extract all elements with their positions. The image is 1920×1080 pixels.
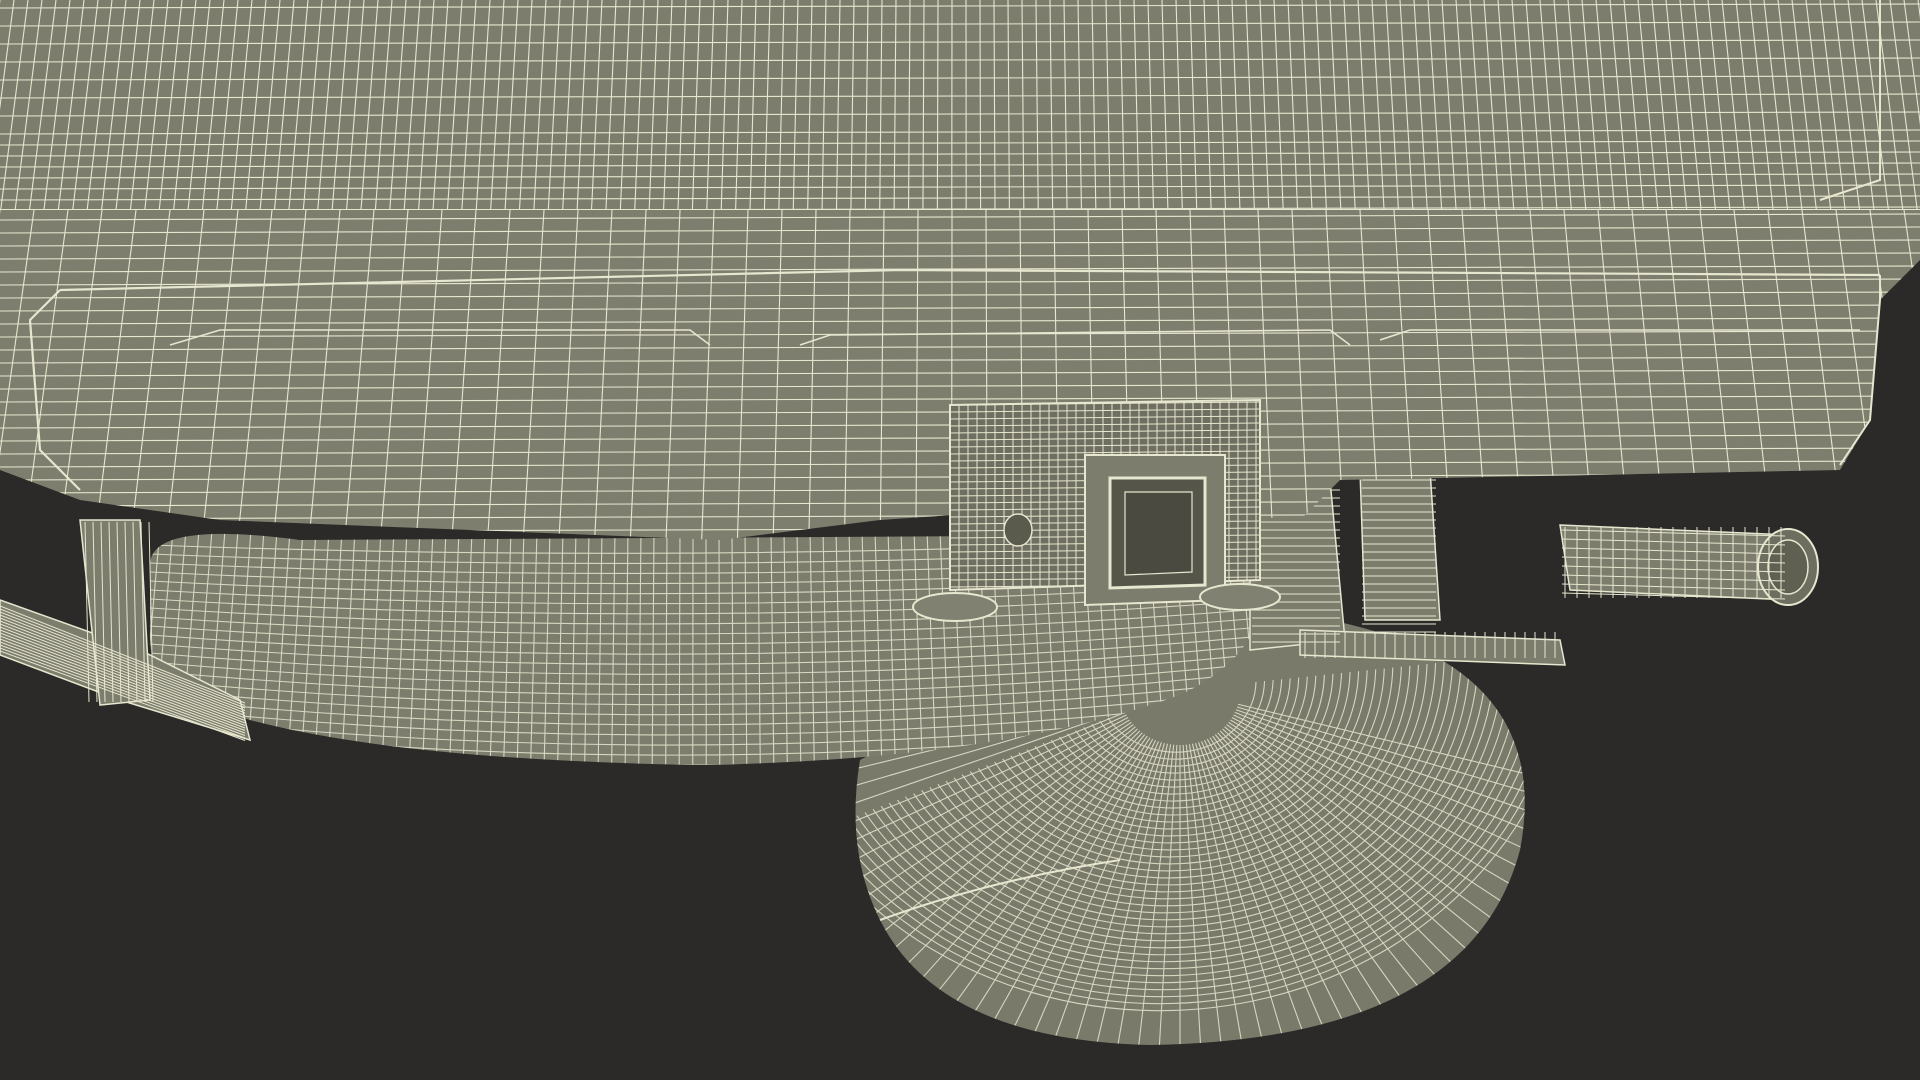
safety-chain-loop-left	[912, 592, 998, 622]
wireframe-render	[0, 0, 1920, 1045]
safety-chain-loop-right	[1199, 583, 1281, 611]
exhaust-pipe	[1559, 524, 1819, 606]
body-panel	[0, 0, 1920, 215]
tow-hitch-receiver	[912, 398, 1281, 622]
hitch-pin-hole	[1003, 513, 1033, 547]
wireframe-render-viewport	[0, 0, 1920, 1080]
